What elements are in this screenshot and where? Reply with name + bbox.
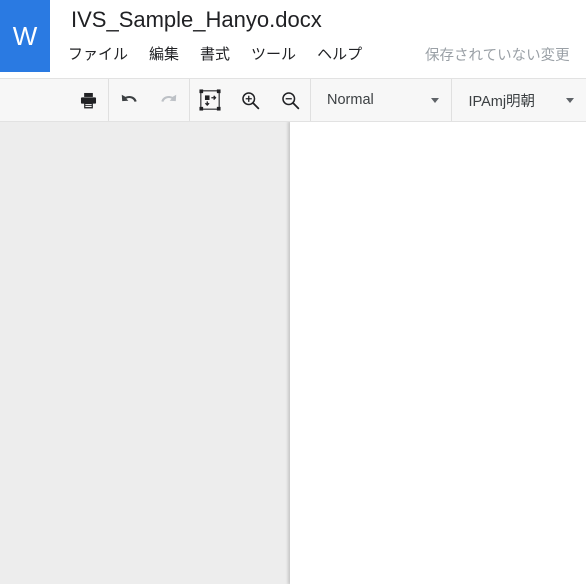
print-icon — [80, 92, 96, 108]
app-window: W IVS_Sample_Hanyo.docx ファイル 編集 書式 ツール ヘ… — [0, 0, 586, 584]
toolbar-group-history — [109, 79, 189, 121]
app-header: W IVS_Sample_Hanyo.docx ファイル 編集 書式 ツール ヘ… — [0, 0, 586, 78]
print-button[interactable] — [68, 79, 108, 121]
zoom-in-icon — [241, 91, 259, 109]
undo-button[interactable] — [109, 79, 149, 121]
fit-page-icon — [199, 89, 221, 111]
toolbar-group-zoom — [190, 79, 310, 121]
menu-tools[interactable]: ツール — [251, 43, 307, 64]
menu-bar: ファイル 編集 書式 ツール ヘルプ — [68, 43, 373, 64]
toolbar-group-print — [68, 79, 108, 121]
menu-format[interactable]: 書式 — [200, 43, 241, 64]
document-title[interactable]: IVS_Sample_Hanyo.docx — [71, 7, 322, 33]
zoom-out-icon — [281, 91, 299, 109]
paragraph-style-select[interactable]: Normal — [311, 79, 451, 121]
chevron-down-icon — [431, 97, 440, 103]
toolbar: Normal IPAmj明朝 — [0, 78, 586, 122]
app-logo: W — [0, 0, 50, 72]
fit-page-button[interactable] — [190, 79, 230, 121]
document-page[interactable]: 奈良県葛城市 1 葛城市 2 かつらぎし 3 奈良県葛城市 — [290, 122, 586, 584]
paragraph-style-value: Normal — [327, 92, 374, 108]
menu-help[interactable]: ヘルプ — [317, 43, 373, 64]
font-family-value: IPAmj明朝 — [468, 93, 536, 110]
undo-icon — [121, 94, 137, 102]
redo-button[interactable] — [149, 79, 189, 121]
font-family-select[interactable]: IPAmj明朝 — [452, 79, 586, 121]
redo-icon — [161, 94, 177, 102]
menu-edit[interactable]: 編集 — [149, 43, 190, 64]
zoom-out-button[interactable] — [270, 79, 310, 121]
workspace: 奈良県葛城市 1 葛城市 2 かつらぎし 3 奈良県葛城市 — [0, 122, 586, 584]
zoom-in-button[interactable] — [230, 79, 270, 121]
menu-file[interactable]: ファイル — [68, 43, 139, 64]
toolbar-left-spacer — [0, 79, 68, 121]
app-logo-letter: W — [12, 20, 38, 51]
chevron-down-icon — [566, 97, 574, 103]
save-state-label: 保存されていない変更 — [425, 48, 570, 64]
